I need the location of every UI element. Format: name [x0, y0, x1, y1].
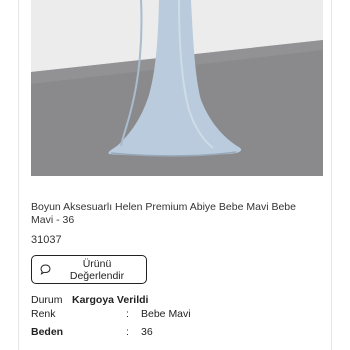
size-value: 36 — [141, 326, 153, 338]
status-label: Durum — [31, 294, 63, 306]
color-value: Bebe Mavi — [141, 308, 191, 320]
color-colon: : — [126, 308, 129, 320]
chat-bubble-icon — [40, 264, 51, 275]
size-colon: : — [126, 326, 129, 338]
product-name[interactable]: Boyun Aksesuarlı Helen Premium Abiye Beb… — [31, 201, 311, 227]
color-label: Renk — [31, 308, 56, 320]
product-image[interactable] — [31, 0, 323, 176]
review-product-button[interactable]: Ürünü Değerlendir — [31, 255, 147, 284]
size-label: Beden — [31, 326, 64, 338]
order-item-card: Boyun Aksesuarlı Helen Premium Abiye Beb… — [18, 0, 332, 350]
product-code: 31037 — [31, 234, 62, 246]
status-value: Kargoya Verildi — [72, 294, 149, 306]
review-button-label: Ürünü Değerlendir — [69, 257, 125, 282]
